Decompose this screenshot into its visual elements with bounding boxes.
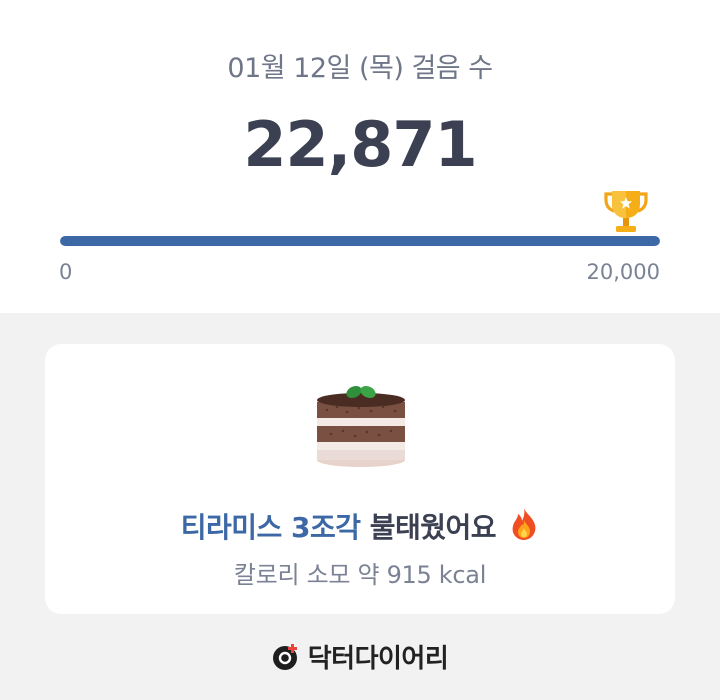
step-count: 22,871 xyxy=(243,108,477,181)
progress-min-label: 0 xyxy=(59,260,73,284)
progress-goal-label: 20,000 xyxy=(586,260,660,284)
brand-footer: 닥터다이어리 xyxy=(0,638,720,675)
doctor-diary-logo-icon xyxy=(272,643,297,670)
trophy-icon xyxy=(604,191,648,232)
date-title: 01월 12일 (목) 걸음 수 xyxy=(227,53,493,84)
goal-progress-fill xyxy=(60,236,660,246)
brand-name: 닥터다이어리 xyxy=(307,644,449,674)
calorie-burn-card: 티라미스 3조각 불태웠어요 칼로리 소모 약 915 kcal xyxy=(45,344,675,614)
food-equivalent: 티라미스 3조각 xyxy=(180,511,361,544)
fire-icon xyxy=(512,508,536,540)
steps-summary-panel: 01월 12일 (목) 걸음 수 22,871 0 20,000 xyxy=(0,0,720,313)
calorie-burned-text: 칼로리 소모 약 915 kcal xyxy=(233,561,487,589)
goal-progress-bar xyxy=(60,236,660,246)
burn-headline: 티라미스 3조각 불태웠어요 xyxy=(45,506,675,546)
burn-action-text: 불태웠어요 xyxy=(360,511,497,544)
tiramisu-cake-icon xyxy=(317,385,405,467)
